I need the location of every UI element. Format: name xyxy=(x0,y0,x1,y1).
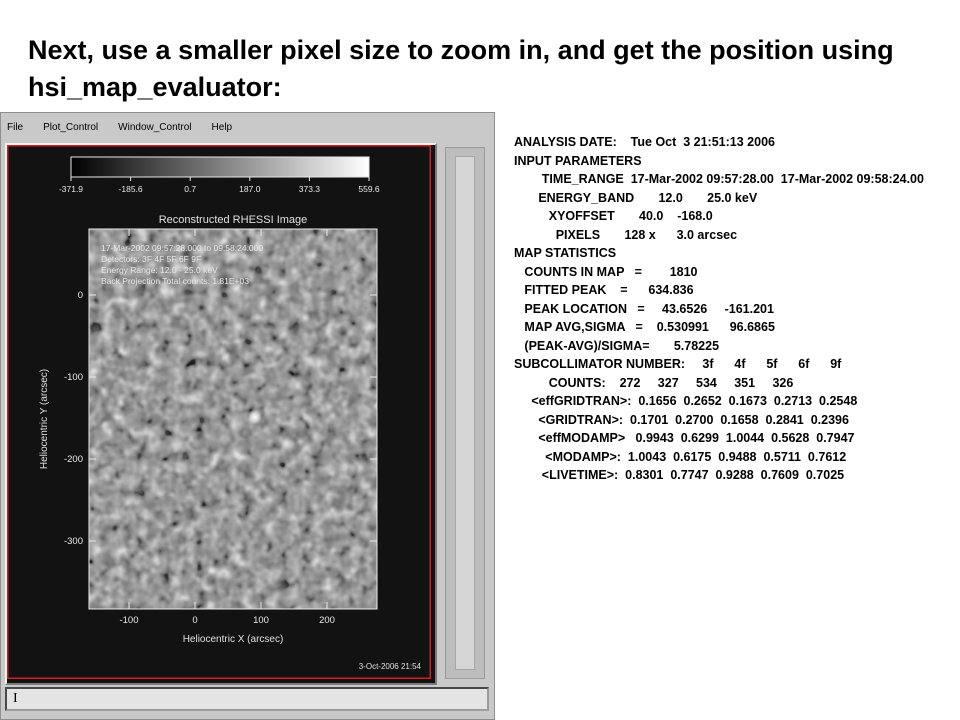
colorbar-tick-label: 0.7 xyxy=(184,184,196,194)
rhessi-image-plot: -371.9 -185.6 0.7 187.0 373.3 559.6 Reconstru… xyxy=(7,145,431,679)
colorbar-tick-label: -185.6 xyxy=(119,184,143,194)
menu-file[interactable]: File xyxy=(5,122,25,133)
date-stamp: 3-Oct-2006 21:54 xyxy=(359,662,422,671)
stats-line: ENERGY_BAND 12.0 25.0 keV xyxy=(514,190,758,205)
y-tick-label: 0 xyxy=(78,290,83,301)
stats-line: SUBCOLLIMATOR NUMBER: 3f 4f 5f 6f 9f xyxy=(514,357,842,371)
stats-line: TIME_RANGE 17-Mar-2002 09:57:28.00 17-Ma… xyxy=(514,172,924,186)
stats-line: (PEAK-AVG)/SIGMA= 5.78225 xyxy=(514,338,720,353)
stats-line: INPUT PARAMETERS xyxy=(514,153,642,168)
y-tick-label: -200 xyxy=(64,454,83,465)
plot-frame: -371.9 -185.6 0.7 187.0 373.3 559.6 Reconstru… xyxy=(5,143,437,685)
y-tick-label: -300 xyxy=(64,536,83,547)
colorbar-tick-label: -371.9 xyxy=(59,184,83,194)
stats-line: MAP STATISTICS xyxy=(514,246,617,260)
stats-line: ANALYSIS DATE: Tue Oct 3 21:51:13 2006 xyxy=(514,135,775,149)
y-axis-label: Heliocentric Y (arcsec) xyxy=(39,369,50,469)
scrollbar-track[interactable] xyxy=(455,156,475,670)
menu-help[interactable]: Help xyxy=(210,122,235,133)
stats-line: <effMODAMP> 0.9943 0.6299 1.0044 0.5628 … xyxy=(514,431,855,445)
annotation-method: Back Projection Total counts: 1.81E+03 xyxy=(101,276,249,286)
menu-bar: File Plot_Control Window_Control Help xyxy=(5,116,250,138)
colorbar-tick-label: 373.3 xyxy=(299,184,321,194)
plot-title: Reconstructed RHESSI Image xyxy=(159,214,308,226)
x-axis-label: Heliocentric X (arcsec) xyxy=(183,634,284,645)
stats-line: XYOFFSET 40.0 -168.0 xyxy=(514,209,713,223)
x-tick-label: 200 xyxy=(319,615,335,626)
menu-plot-control[interactable]: Plot_Control xyxy=(41,122,100,133)
stats-line: FITTED PEAK = 634.836 xyxy=(514,283,694,297)
vertical-scrollbar[interactable] xyxy=(445,147,485,679)
command-input[interactable]: I xyxy=(5,687,489,711)
x-tick-label: 100 xyxy=(253,615,269,626)
annotation-time: 17-Mar-2002 09:57:28.000 to 09:58:24.000 xyxy=(101,243,263,253)
stats-line: COUNTS: 272 327 534 351 326 xyxy=(514,375,794,390)
stats-line: MAP AVG,SIGMA = 0.530991 96.6865 xyxy=(514,320,775,334)
slide-title: Next, use a smaller pixel size to zoom i… xyxy=(28,35,894,102)
menu-window-control[interactable]: Window_Control xyxy=(116,122,193,133)
peak-source xyxy=(248,409,262,425)
stats-line: PIXELS 128 x 3.0 arcsec xyxy=(514,227,738,242)
stats-line: <LIVETIME>: 0.8301 0.7747 0.9288 0.7609 … xyxy=(514,468,845,482)
colorbar xyxy=(71,157,369,177)
y-tick-label: -100 xyxy=(64,372,83,383)
annotation-detectors: Detectors: 3F 4F 5F 6F 9F xyxy=(101,254,201,264)
x-tick-label: 0 xyxy=(192,615,197,626)
map-image xyxy=(89,229,377,609)
idl-plot-window: File Plot_Control Window_Control Help -3… xyxy=(0,112,495,720)
stats-line: <GRIDTRAN>: 0.1701 0.2700 0.1658 0.2841 … xyxy=(514,412,849,427)
colorbar-tick-label: 559.6 xyxy=(358,184,380,194)
stats-line: PEAK LOCATION = 43.6526 -161.201 xyxy=(514,301,774,316)
colorbar-tick-label: 187.0 xyxy=(239,184,261,194)
annotation-energy: Energy Range: 12.0 - 25.0 keV xyxy=(101,265,218,275)
stats-line: COUNTS IN MAP = 1810 xyxy=(514,264,698,279)
x-tick-label: -100 xyxy=(119,615,138,626)
map-evaluator-output: ANALYSIS DATE: Tue Oct 3 21:51:13 2006 IN… xyxy=(514,133,924,485)
stats-line: <effGRIDTRAN>: 0.1656 0.2652 0.1673 0.27… xyxy=(514,394,858,408)
stats-line: <MODAMP>: 1.0043 0.6175 0.9488 0.5711 0.… xyxy=(514,449,847,464)
